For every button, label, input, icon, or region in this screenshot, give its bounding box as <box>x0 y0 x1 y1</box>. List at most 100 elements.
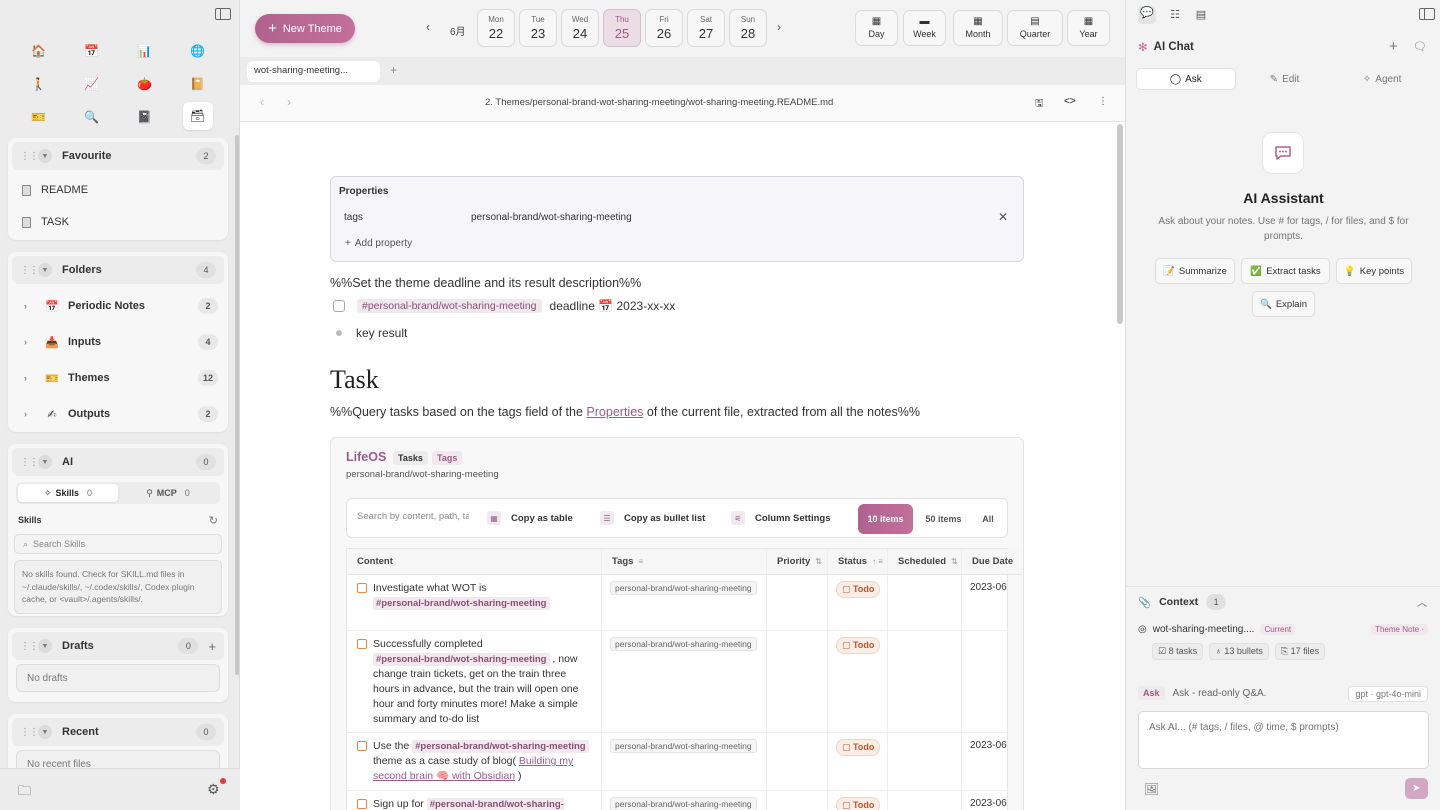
collapse-chevron-icon[interactable]: ▼ <box>38 639 52 653</box>
recent-header[interactable]: ⋮⋮ ▼ Recent 0 <box>12 718 224 746</box>
settings-gear-icon[interactable]: ⚙ <box>207 781 220 798</box>
content-tag[interactable]: #personal-brand/wot-sharing-meeting <box>373 597 550 610</box>
key-points-button[interactable]: 💡 Key points <box>1336 258 1412 284</box>
notebook-icon[interactable]: 📔 <box>171 67 224 100</box>
column-settings-button[interactable]: ⚟ Column Settings <box>731 511 830 525</box>
favourite-item-readme[interactable]: README <box>8 174 228 206</box>
tab-ask[interactable]: ◯ Ask <box>1136 68 1236 90</box>
prev-week-arrow-icon[interactable]: ‹ <box>426 20 430 34</box>
new-chat-plus-icon[interactable]: + <box>1389 38 1398 55</box>
source-code-icon[interactable]: <> <box>1064 96 1076 107</box>
house-icon[interactable]: 🏠 <box>12 34 65 67</box>
status-chip[interactable]: ▢ Todo <box>836 581 881 598</box>
copy-as-bullet-list-button[interactable]: ☰ Copy as bullet list <box>600 511 705 525</box>
copy-as-table-button[interactable]: ▦ Copy as table <box>487 511 573 525</box>
tag-chip[interactable]: personal-brand/wot-sharing-meeting <box>610 797 757 810</box>
back-arrow-icon[interactable]: ‹ <box>260 95 264 109</box>
editor-scrollbar[interactable] <box>1117 124 1123 324</box>
day-wed[interactable]: Wed 24 <box>561 9 599 47</box>
table-row[interactable]: Use the #personal-brand/wot-sharing-meet… <box>347 733 1009 791</box>
folder-open-icon[interactable]: 🗀 <box>18 782 31 804</box>
tag-chip[interactable]: personal-brand/wot-sharing-meeting <box>610 581 757 595</box>
tag-chip[interactable]: personal-brand/wot-sharing-meeting <box>610 739 757 753</box>
explain-button[interactable]: 🔍 Explain <box>1252 291 1315 317</box>
collapse-chevron-icon[interactable]: ▼ <box>38 149 52 163</box>
table-row[interactable]: Investigate what WOT is #personal-brand/… <box>347 575 1009 631</box>
right-sidebar-toggle-icon[interactable] <box>1419 8 1435 20</box>
sort-icon[interactable]: ⇅ <box>951 557 958 566</box>
sidebar-scrollbar[interactable] <box>235 135 239 675</box>
checklist-icon[interactable]: ☷ <box>1166 8 1184 22</box>
summarize-button[interactable]: 📝 Summarize <box>1155 258 1235 284</box>
new-theme-button[interactable]: + New Theme <box>255 14 355 43</box>
line-chart-icon[interactable]: 📈 <box>65 67 118 100</box>
row-checkbox[interactable] <box>357 799 367 809</box>
add-draft-icon[interactable]: + <box>208 639 216 654</box>
folders-header[interactable]: ⋮⋮ ▼ Folders 4 <box>12 256 224 284</box>
globe-icon[interactable]: 🌐 <box>171 34 224 67</box>
drag-handle-icon[interactable]: ⋮⋮ <box>20 457 39 468</box>
period-month-button[interactable]: ▦ Month <box>953 10 1003 46</box>
column-header-content[interactable]: Content <box>347 549 602 575</box>
walking-icon[interactable]: 🚶 <box>12 67 65 100</box>
chat-bubble-icon[interactable]: 💬 <box>1138 6 1156 24</box>
status-chip[interactable]: ▢ Todo <box>836 797 881 810</box>
status-chip[interactable]: ▢ Todo <box>836 637 881 654</box>
drag-handle-icon[interactable]: ⋮⋮ <box>20 265 39 276</box>
day-fri[interactable]: Fri 26 <box>645 9 683 47</box>
column-header-priority[interactable]: Priority ⇅ <box>767 549 828 575</box>
day-mon[interactable]: Mon 22 <box>477 9 515 47</box>
box-icon[interactable]: 🗃 <box>182 102 213 130</box>
row-checkbox[interactable] <box>357 741 367 751</box>
column-header-scheduled[interactable]: Scheduled ⇅ <box>888 549 962 575</box>
tab-mcp[interactable]: ⚲ MCP 0 <box>118 484 218 502</box>
collapse-chevron-icon[interactable]: ▼ <box>38 263 52 277</box>
sort-icon[interactable]: ⇅ <box>815 557 822 566</box>
model-selector[interactable]: gpt · gpt-4o-mini <box>1348 686 1428 702</box>
column-header-due-date[interactable]: Due Date <box>962 549 1022 575</box>
chevron-right-icon[interactable]: › <box>24 409 36 419</box>
collapse-chevron-up-icon[interactable]: ︿ <box>1417 594 1427 609</box>
collapse-chevron-icon[interactable]: ▼ <box>38 455 52 469</box>
remove-property-close-icon[interactable]: ✕ <box>998 210 1008 224</box>
tomato-icon[interactable]: 🍅 <box>118 67 171 100</box>
folder-inputs[interactable]: › 📥 Inputs 4 <box>8 324 228 360</box>
content-tag[interactable]: #personal-brand/wot-sharing-meeting <box>412 740 589 753</box>
ai-header[interactable]: ⋮⋮ ▼ AI 0 <box>12 448 224 476</box>
drag-handle-icon[interactable]: ⋮⋮ <box>20 727 39 738</box>
tab-tags[interactable]: Tags <box>432 451 463 465</box>
next-week-arrow-icon[interactable]: › <box>777 20 781 34</box>
refresh-icon[interactable]: ↻ <box>209 514 218 527</box>
table-row[interactable]: Successfully completed #personal-brand/w… <box>347 631 1009 733</box>
day-sat[interactable]: Sat 27 <box>687 9 725 47</box>
image-attach-icon[interactable]: 🖼 <box>1144 782 1159 796</box>
property-key[interactable]: tags <box>344 212 363 223</box>
context-file-row[interactable]: ◎ wot-sharing-meeting.... Current Theme … <box>1138 624 1428 635</box>
folder-themes[interactable]: › 🎫 Themes 12 <box>8 360 228 396</box>
property-value[interactable]: personal-brand/wot-sharing-meeting <box>471 212 632 223</box>
save-icon[interactable]: 🖫 <box>1035 96 1044 113</box>
segment-50-items[interactable]: 50 items <box>916 504 971 534</box>
sidebar-toggle-icon[interactable] <box>215 8 231 20</box>
tag-chip[interactable]: personal-brand/wot-sharing-meeting <box>610 637 757 651</box>
search-skills-input[interactable]: ⌕ Search Skills <box>14 534 222 554</box>
period-quarter-button[interactable]: ▤ Quarter <box>1007 10 1063 46</box>
bar-chart-icon[interactable]: 📊 <box>118 34 171 67</box>
sort-asc-icon[interactable]: ↑ ≡ <box>872 557 883 566</box>
context-header[interactable]: 📎 Context 1 <box>1138 594 1227 610</box>
more-options-icon[interactable]: ⋮ <box>1098 96 1108 107</box>
collapse-chevron-icon[interactable]: ▼ <box>38 725 52 739</box>
tab-agent[interactable]: ✧ Agent <box>1333 68 1431 90</box>
column-header-tags[interactable]: Tags ≡ <box>602 549 767 575</box>
day-tue[interactable]: Tue 23 <box>519 9 557 47</box>
row-checkbox[interactable] <box>357 639 367 649</box>
outline-panel-icon[interactable]: ▤ <box>1192 8 1210 22</box>
lifeos-search-input[interactable]: Search by content, path, tags... <box>357 511 469 522</box>
magnifier-icon[interactable]: 🔍 <box>65 100 118 133</box>
tab-tasks[interactable]: Tasks <box>393 451 428 465</box>
chevron-right-icon[interactable]: › <box>24 301 36 311</box>
ask-mode-badge[interactable]: Ask <box>1138 686 1165 700</box>
content-tag[interactable]: #personal-brand/wot-sharing-meeting <box>373 653 550 666</box>
status-chip[interactable]: ▢ Todo <box>836 739 881 756</box>
favourite-item-task[interactable]: TASK <box>8 206 228 238</box>
